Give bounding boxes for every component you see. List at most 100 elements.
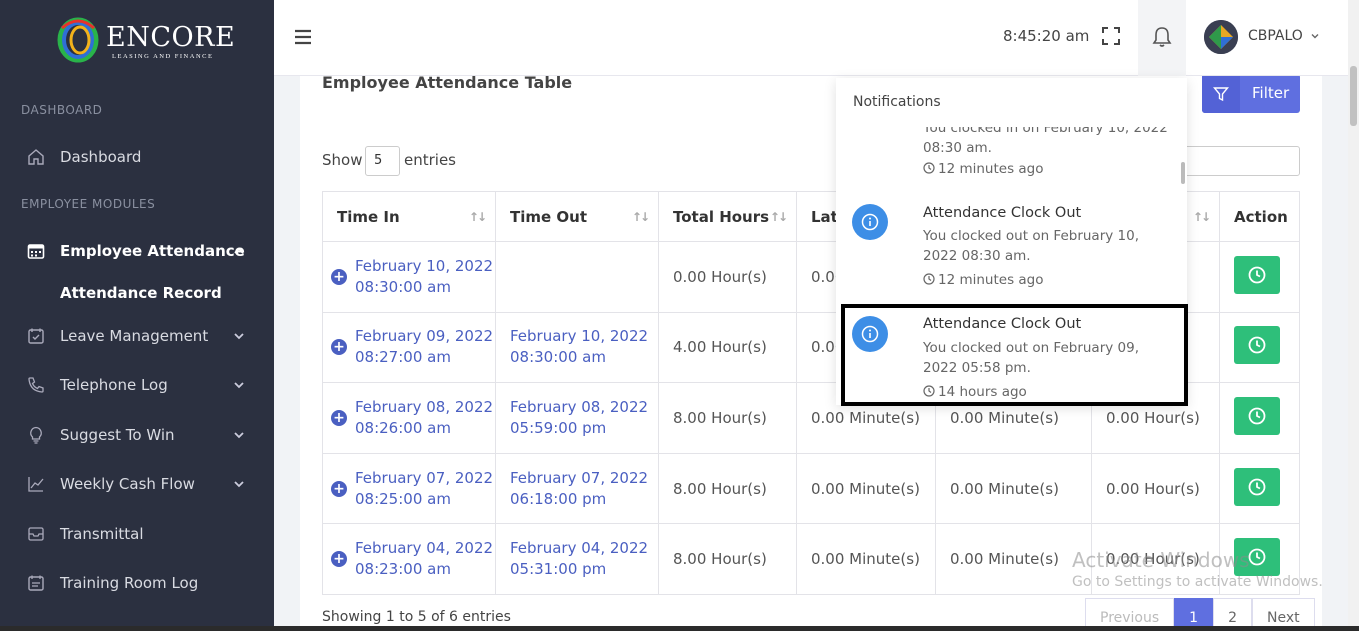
highlight-box xyxy=(841,304,1188,406)
sidebar-item-weekly-cash-flow[interactable]: Weekly Cash Flow xyxy=(0,464,274,504)
lightbulb-icon xyxy=(26,425,46,445)
brand-tagline: LEASING AND FINANCE xyxy=(112,53,214,60)
chart-line-icon xyxy=(26,474,46,494)
notification-item[interactable]: Attendance Clock Out You clocked out on … xyxy=(836,204,1181,314)
sidebar-item-telephone-log[interactable]: Telephone Log xyxy=(0,365,274,405)
fullscreen-icon[interactable] xyxy=(1101,26,1121,46)
chevron-up-icon xyxy=(234,247,244,254)
action-button[interactable] xyxy=(1234,396,1280,435)
cell-time-in[interactable]: +February 08, 2022 08:26:00 am xyxy=(322,382,496,454)
sort-icon: ↑↓ xyxy=(468,210,487,224)
calendar-list-icon xyxy=(26,573,46,593)
column-label: Time Out xyxy=(510,207,587,226)
sort-icon: ↑↓ xyxy=(1192,210,1211,224)
sidebar: ENCORE LEASING AND FINANCE DASHBOARD Das… xyxy=(0,0,274,631)
sort-icon: ↑↓ xyxy=(631,210,650,224)
page-scrollbar[interactable] xyxy=(1348,0,1359,631)
sort-icon: ↑↓ xyxy=(769,210,788,224)
cell-time-in[interactable]: +February 09, 2022 08:27:00 am xyxy=(322,311,496,384)
sidebar-item-label: Employee Attendance xyxy=(60,242,245,260)
cell-late: 0.00 Minute(s) xyxy=(796,452,936,525)
sidebar-item-label: Training Room Log xyxy=(60,574,199,592)
notification-text: You clocked in on February 10, 2022 08:3… xyxy=(923,120,1168,156)
chevron-down-icon xyxy=(234,432,244,439)
clock-icon xyxy=(1248,478,1266,495)
cell-time-out: February 04, 2022 05:31:00 pm xyxy=(495,523,659,595)
search-input[interactable] xyxy=(1184,146,1300,176)
column-total-hours[interactable]: Total Hours ↑↓ xyxy=(658,191,797,242)
column-time-in[interactable]: Time In ↑↓ xyxy=(322,191,496,242)
notification-text: You clocked out on February 10, 2022 08:… xyxy=(923,228,1140,264)
cell-action xyxy=(1219,452,1300,525)
cell-time-out: February 10, 2022 08:30:00 am xyxy=(495,311,659,384)
cell-time-out xyxy=(495,241,659,313)
notification-time: 12 minutes ago xyxy=(923,272,1044,288)
encore-logo-icon xyxy=(57,17,99,63)
entries-select[interactable]: 5 xyxy=(365,146,400,176)
cell-late: 0.00 Minute(s) xyxy=(796,523,936,595)
action-button[interactable] xyxy=(1234,255,1280,294)
clock-icon xyxy=(923,162,935,174)
cell-col5: 0.00 Minute(s) xyxy=(935,523,1092,595)
scrollbar-thumb[interactable] xyxy=(1350,66,1357,126)
encore-logo[interactable]: ENCORE LEASING AND FINANCE xyxy=(56,14,235,64)
notifications-toggle[interactable] xyxy=(1138,0,1186,76)
cell-col6: 0.00 Hour(s) xyxy=(1091,452,1220,525)
sidebar-subitem-attendance-record[interactable]: Attendance Record xyxy=(60,284,222,302)
watermark-subtitle: Go to Settings to activate Windows. xyxy=(1072,574,1323,590)
notifications-scrollbar[interactable] xyxy=(1181,162,1185,184)
action-button[interactable] xyxy=(1234,326,1280,365)
sidebar-item-transmittal[interactable]: Transmittal xyxy=(0,514,274,554)
cell-time-in[interactable]: +February 07, 2022 08:25:00 am xyxy=(322,452,496,525)
chevron-down-icon xyxy=(234,382,244,389)
cell-action xyxy=(1219,311,1300,384)
clock-icon xyxy=(1248,266,1266,284)
menu-icon[interactable] xyxy=(294,28,312,46)
avatar[interactable] xyxy=(1204,20,1238,54)
current-time: 8:45:20 am xyxy=(1003,27,1090,45)
watermark-title: Activate Windows xyxy=(1072,548,1250,572)
sidebar-item-training-room-log[interactable]: Training Room Log xyxy=(0,563,274,603)
sidebar-item-label: Weekly Cash Flow xyxy=(60,475,195,493)
section-dashboard: DASHBOARD xyxy=(21,103,103,117)
cell-action xyxy=(1219,241,1300,313)
expand-row-icon[interactable]: + xyxy=(331,480,347,497)
username[interactable]: CBPALO xyxy=(1248,28,1303,44)
cell-total-hours: 4.00 Hour(s) xyxy=(658,311,797,384)
sidebar-item-employee-attendance[interactable]: Employee Attendance xyxy=(0,231,274,271)
cell-time-out: February 07, 2022 06:18:00 pm xyxy=(495,452,659,525)
sidebar-item-label: Dashboard xyxy=(60,148,142,166)
windows-activation-watermark: Activate Windows Go to Settings to activ… xyxy=(1072,548,1323,590)
phone-icon xyxy=(26,375,46,395)
sidebar-item-label: Leave Management xyxy=(60,327,209,345)
sidebar-item-suggest-to-win[interactable]: Suggest To Win xyxy=(0,415,274,455)
filter-icon xyxy=(1202,74,1240,113)
cell-total-hours: 8.00 Hour(s) xyxy=(658,452,797,525)
chevron-down-icon[interactable] xyxy=(1310,31,1320,41)
calendar-icon xyxy=(26,241,46,261)
sidebar-item-leave-management[interactable]: Leave Management xyxy=(0,316,274,356)
entries-label: entries xyxy=(404,151,456,169)
notifications-title: Notifications xyxy=(853,94,941,110)
column-time-out[interactable]: Time Out ↑↓ xyxy=(495,191,659,242)
topbar: 8:45:20 am CBPALO xyxy=(274,0,1348,76)
cell-time-in[interactable]: +February 10, 2022 08:30:00 am xyxy=(322,241,496,313)
action-button[interactable] xyxy=(1234,467,1280,506)
cell-col5: 0.00 Minute(s) xyxy=(935,452,1092,525)
expand-row-icon[interactable]: + xyxy=(331,409,347,426)
table-row: +February 07, 2022 08:25:00 am February 07… xyxy=(322,452,1300,525)
sidebar-item-dashboard[interactable]: Dashboard xyxy=(0,137,274,177)
expand-row-icon[interactable]: + xyxy=(331,551,347,568)
expand-row-icon[interactable]: + xyxy=(331,339,347,356)
cell-total-hours: 8.00 Hour(s) xyxy=(658,382,797,454)
info-icon xyxy=(852,204,888,240)
clock-icon xyxy=(923,273,935,285)
notification-time: 12 minutes ago xyxy=(923,161,1044,177)
notification-title: Attendance Clock Out xyxy=(923,205,1082,221)
expand-row-icon[interactable]: + xyxy=(331,268,347,285)
filter-label: Filter xyxy=(1252,84,1290,102)
cell-time-in[interactable]: +February 04, 2022 08:23:00 am xyxy=(322,523,496,595)
chevron-down-icon xyxy=(234,481,244,488)
filter-button[interactable]: Filter xyxy=(1202,74,1300,113)
home-icon xyxy=(26,147,46,167)
